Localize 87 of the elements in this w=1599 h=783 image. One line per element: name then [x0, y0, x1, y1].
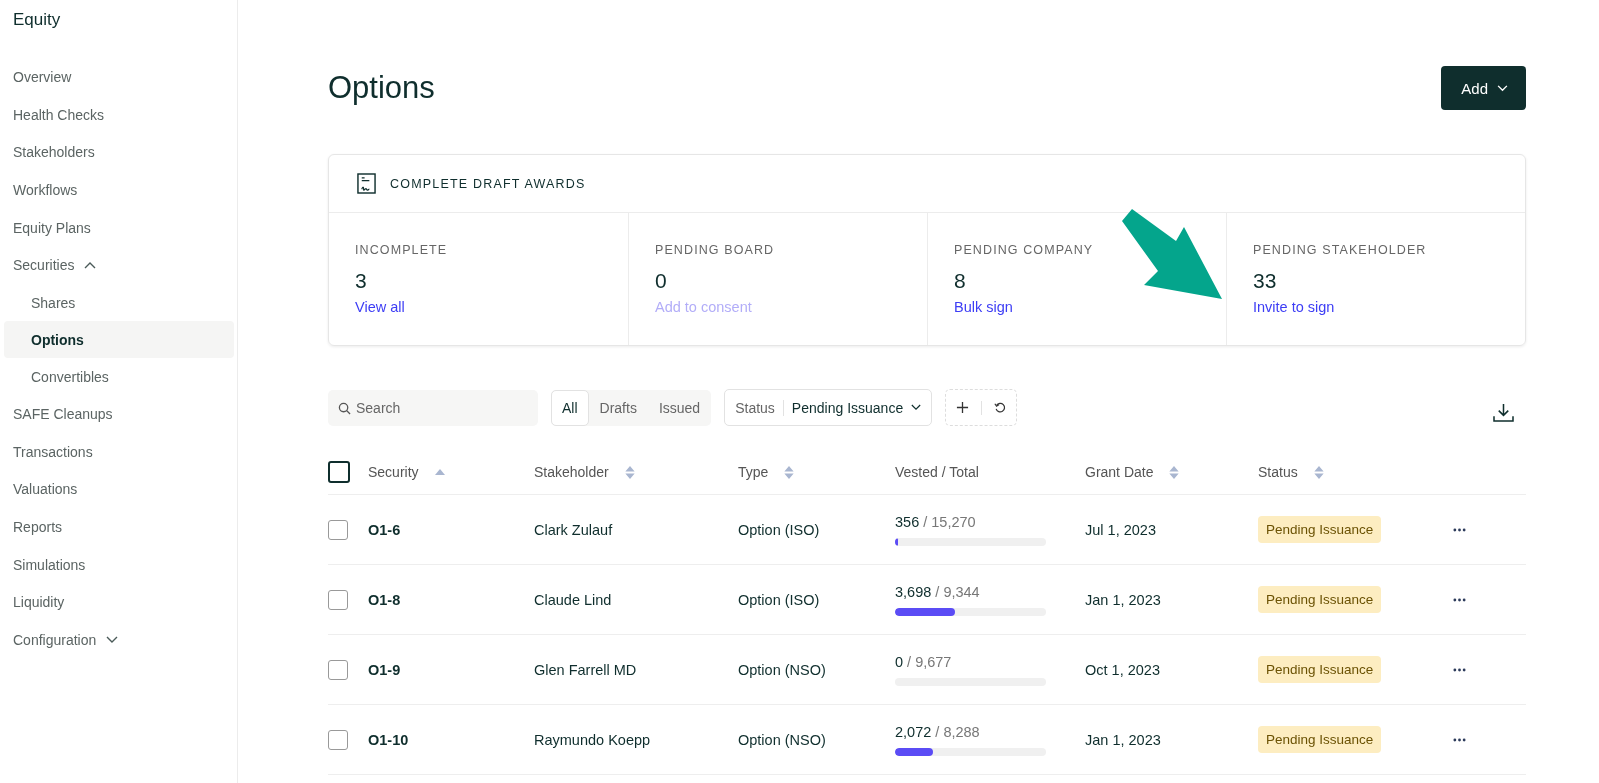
chevron-down-icon: [1497, 84, 1508, 92]
row-checkbox[interactable]: [328, 589, 348, 610]
column-header[interactable]: Stakeholder: [534, 464, 609, 480]
card-title: COMPLETE DRAFT AWARDS: [390, 176, 586, 191]
security-id: O1-8: [368, 591, 401, 608]
document-icon: [357, 173, 376, 194]
download-icon[interactable]: [1493, 403, 1514, 422]
status-badge: Pending Issuance: [1258, 656, 1382, 683]
sort-ascending-icon[interactable]: [434, 469, 445, 475]
vested-total: 2,072 / 8,288: [895, 723, 980, 740]
column-header[interactable]: Status: [1258, 464, 1298, 480]
column-header[interactable]: Vested / Total: [895, 464, 979, 480]
option-type: Option (ISO): [738, 521, 820, 538]
page-title: Options: [328, 70, 435, 106]
more-options-icon[interactable]: [1453, 737, 1466, 742]
stat-link[interactable]: View all: [355, 299, 405, 315]
stakeholder-name: Raymundo Koepp: [534, 731, 651, 748]
sidebar-item[interactable]: Stakeholders: [4, 133, 212, 172]
sort-icon[interactable]: [1169, 465, 1180, 479]
sidebar-item[interactable]: Workflows: [4, 171, 212, 209]
search-field[interactable]: Search: [328, 389, 538, 426]
vested-total: 0 / 9,677: [895, 653, 952, 670]
option-type: Option (ISO): [738, 591, 820, 608]
vested-total: 3,698 / 9,344: [895, 583, 980, 600]
stat-label: PENDING BOARD: [655, 243, 775, 257]
stat-value: 3: [355, 269, 367, 293]
sidebar-item[interactable]: Liquidity: [4, 583, 212, 622]
grant-date: Oct 1, 2023: [1085, 661, 1160, 678]
option-type: Option (NSO): [738, 731, 826, 748]
chevron-down-icon: [911, 404, 922, 411]
sort-icon[interactable]: [784, 465, 795, 479]
more-options-icon[interactable]: [1453, 667, 1466, 672]
stat-label: PENDING STAKEHOLDER: [1253, 243, 1427, 257]
reset-icon[interactable]: [994, 401, 1007, 414]
sidebar-item[interactable]: Configuration: [4, 621, 212, 659]
status-badge: Pending Issuance: [1258, 586, 1382, 613]
search-icon: [338, 401, 351, 415]
sidebar-item[interactable]: SAFE Cleanups: [4, 395, 212, 433]
stat-label: PENDING COMPANY: [954, 243, 1094, 257]
sort-icon[interactable]: [624, 465, 635, 479]
row-checkbox[interactable]: [328, 729, 348, 750]
sidebar-item[interactable]: Overview: [4, 58, 212, 96]
sort-icon[interactable]: [1313, 465, 1324, 479]
security-id: O1-6: [368, 521, 401, 538]
sidebar-item[interactable]: Simulations: [4, 545, 212, 584]
column-header[interactable]: Security: [368, 464, 419, 480]
filter-tab[interactable]: Drafts: [588, 389, 648, 426]
sidebar-item[interactable]: Valuations: [4, 470, 212, 509]
stakeholder-name: Clark Zulauf: [534, 521, 613, 538]
stakeholder-name: Glen Farrell MD: [534, 661, 637, 678]
plus-icon[interactable]: [956, 401, 970, 414]
more-options-icon[interactable]: [1453, 597, 1466, 602]
status-badge: Pending Issuance: [1258, 726, 1382, 753]
more-options-icon[interactable]: [1453, 527, 1466, 532]
security-id: O1-9: [368, 661, 401, 678]
add-button[interactable]: Add: [1441, 66, 1526, 110]
filter-tab[interactable]: Issued: [647, 389, 712, 426]
option-type: Option (NSO): [738, 661, 826, 678]
status-badge: Pending Issuance: [1258, 516, 1382, 543]
sidebar-item[interactable]: Health Checks: [4, 95, 212, 134]
status-filter[interactable]: Status Pending Issuance: [724, 389, 933, 426]
stakeholder-name: Claude Lind: [534, 591, 612, 608]
sidebar-item[interactable]: Convertibles: [4, 358, 212, 396]
stat-value: 33: [1253, 269, 1277, 293]
sidebar-item[interactable]: Equity Plans: [4, 208, 212, 247]
app-title: Equity: [12, 10, 62, 30]
stat-link[interactable]: Invite to sign: [1253, 299, 1335, 315]
stat-label: INCOMPLETE: [355, 243, 448, 257]
grant-date: Jul 1, 2023: [1085, 521, 1156, 538]
stat-link[interactable]: Bulk sign: [954, 299, 1013, 315]
row-checkbox[interactable]: [328, 659, 348, 680]
sidebar-item[interactable]: Transactions: [4, 432, 212, 471]
sidebar-item[interactable]: Securities: [4, 246, 212, 285]
stat-value: 0: [655, 269, 667, 293]
row-checkbox[interactable]: [328, 519, 348, 540]
select-all-checkbox[interactable]: [328, 461, 350, 483]
sidebar-item[interactable]: Options: [4, 321, 234, 359]
sidebar-item[interactable]: Shares: [4, 284, 212, 322]
grant-date: Jan 1, 2023: [1085, 731, 1161, 748]
stat-value: 8: [954, 269, 966, 293]
column-header[interactable]: Grant Date: [1085, 464, 1154, 480]
column-header[interactable]: Type: [738, 464, 769, 480]
filter-tab[interactable]: All: [551, 389, 589, 426]
grant-date: Jan 1, 2023: [1085, 591, 1161, 608]
vested-total: 356 / 15,270: [895, 513, 976, 530]
sidebar-item[interactable]: Reports: [4, 508, 212, 546]
security-id: O1-10: [368, 731, 409, 748]
